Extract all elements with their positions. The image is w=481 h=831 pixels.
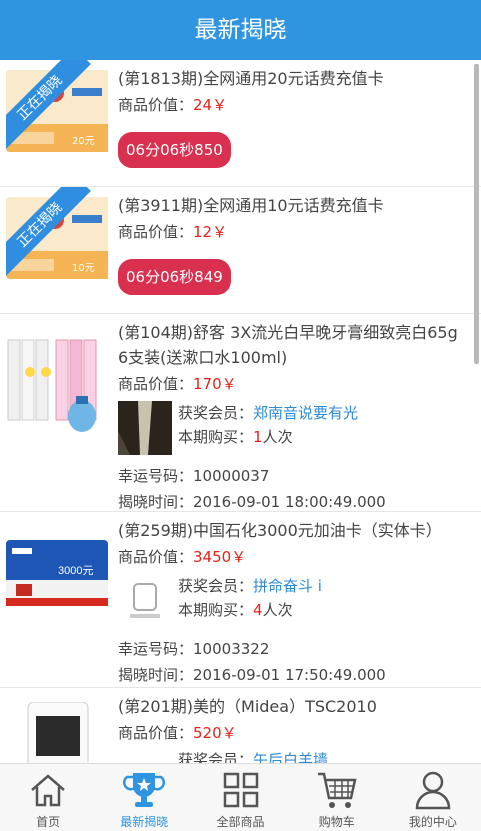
home-icon bbox=[31, 774, 65, 807]
user-icon bbox=[415, 771, 451, 810]
svg-text:3000元: 3000元 bbox=[58, 565, 93, 577]
price-row: 商品价值：12￥ bbox=[118, 223, 228, 241]
winner-name[interactable]: 拼命奋斗 i bbox=[253, 577, 322, 595]
price-row: 商品价值：24￥ bbox=[118, 96, 228, 114]
list-item[interactable]: 10元 正在揭晓 (第3911期)全网通用10元话费充值卡 商品价值：12￥ 0… bbox=[0, 187, 481, 314]
buy-row: 本期购买：1人次 bbox=[178, 428, 293, 446]
product-image: 3000元 bbox=[6, 540, 108, 606]
winner-block: 获奖会员：拼命奋斗 i 本期购买：4人次 bbox=[118, 574, 469, 628]
tab-bar: 首页 最新揭晓 全部商品 购物车 我的中心 bbox=[0, 763, 481, 831]
item-title[interactable]: (第1813期)全网通用20元话费充值卡 bbox=[118, 66, 469, 91]
countdown-timer: 06分06秒849 bbox=[118, 259, 231, 295]
tab-my-center[interactable]: 我的中心 bbox=[385, 764, 481, 831]
tab-all-products[interactable]: 全部商品 bbox=[192, 764, 288, 831]
tab-latest[interactable]: 最新揭晓 bbox=[96, 764, 192, 831]
list-item[interactable]: 20元 正在揭晓 (第1813期)全网通用20元话费充值卡 商品价值：24￥ 0… bbox=[0, 60, 481, 187]
buy-row: 本期购买：4人次 bbox=[178, 601, 293, 619]
list-item[interactable]: (第104期)舒客 3X流光白早晚牙膏细致亮白65g 6支装(送漱口水100ml… bbox=[0, 314, 481, 512]
lucky-number: 幸运号码：10003322 bbox=[118, 640, 270, 658]
item-title[interactable]: (第3911期)全网通用10元话费充值卡 bbox=[118, 193, 469, 218]
winner-name[interactable]: 午后白羊墙 bbox=[253, 751, 328, 763]
item-title[interactable]: (第259期)中国石化3000元加油卡（实体卡） bbox=[118, 518, 469, 543]
winner-name[interactable]: 郑南音说要有光 bbox=[253, 404, 358, 422]
scrollbar[interactable] bbox=[474, 64, 479, 364]
winner-row: 获奖会员：拼命奋斗 i bbox=[178, 577, 322, 595]
trophy-icon bbox=[123, 773, 166, 807]
product-image bbox=[6, 336, 108, 436]
page-title: 最新揭晓 bbox=[0, 0, 481, 60]
winner-row: 获奖会员：午后白羊墙 bbox=[118, 748, 469, 763]
avatar bbox=[118, 574, 172, 628]
tab-cart[interactable]: 购物车 bbox=[289, 764, 385, 831]
item-title[interactable]: (第104期)舒客 3X流光白早晚牙膏细致亮白65g 6支装(送漱口水100ml… bbox=[118, 320, 469, 370]
lottery-list[interactable]: 20元 正在揭晓 (第1813期)全网通用20元话费充值卡 商品价值：24￥ 0… bbox=[0, 60, 481, 763]
tab-home[interactable]: 首页 bbox=[0, 764, 96, 831]
item-title[interactable]: (第201期)美的（Midea）TSC2010 bbox=[118, 694, 469, 719]
product-image: 20元 正在揭晓 bbox=[6, 60, 108, 187]
countdown-timer: 06分06秒850 bbox=[118, 132, 231, 168]
list-item[interactable]: 3000元 (第259期)中国石化3000元加油卡（实体卡） 商品价值：3450… bbox=[0, 512, 481, 688]
product-image bbox=[6, 702, 108, 763]
price-row: 商品价值：170￥ bbox=[118, 375, 237, 393]
price-row: 商品价值：3450￥ bbox=[118, 548, 247, 566]
grid-icon bbox=[223, 772, 258, 808]
price-row: 商品价值：520￥ bbox=[118, 724, 237, 742]
list-item[interactable]: (第201期)美的（Midea）TSC2010 商品价值：520￥ 获奖会员：午… bbox=[0, 688, 481, 763]
winner-block: 获奖会员：郑南音说要有光 本期购买：1人次 bbox=[118, 401, 469, 455]
avatar bbox=[118, 401, 172, 455]
cart-icon bbox=[317, 772, 357, 808]
product-image: 10元 正在揭晓 bbox=[6, 187, 108, 314]
reveal-time: 揭晓时间：2016-09-01 17:50:49.000 bbox=[118, 666, 386, 684]
winner-row: 获奖会员：郑南音说要有光 bbox=[178, 404, 359, 422]
lucky-number: 幸运号码：10000037 bbox=[118, 467, 270, 485]
